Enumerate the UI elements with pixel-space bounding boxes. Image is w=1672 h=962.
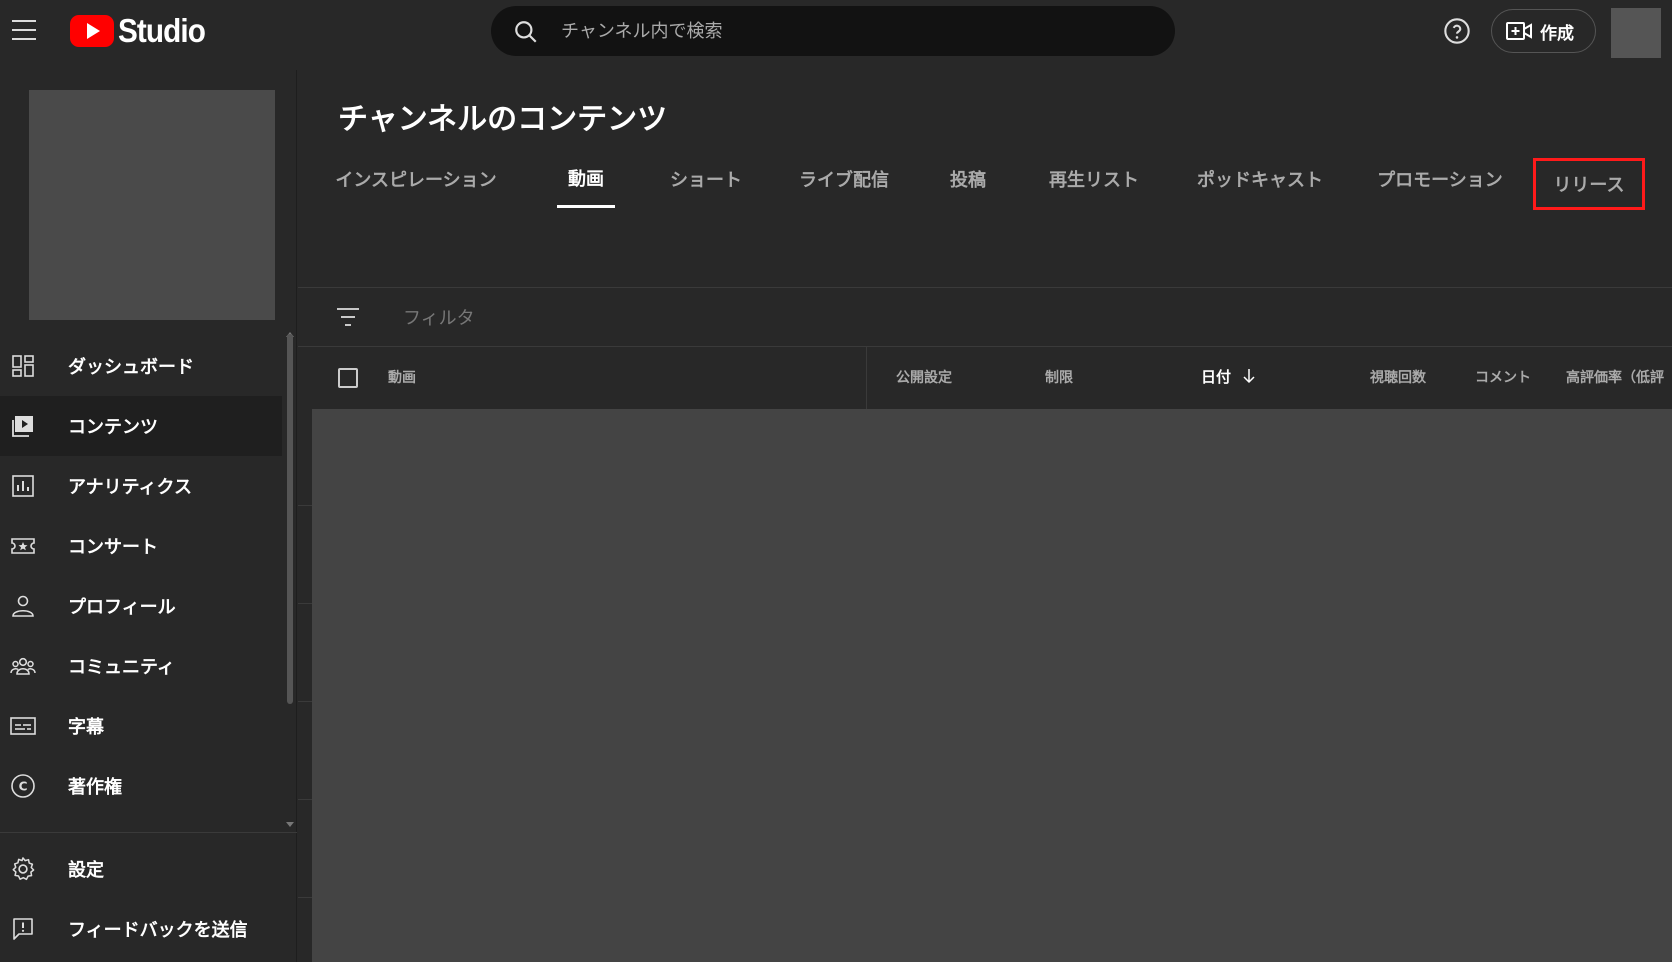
tab-playlists[interactable]: 再生リスト	[1042, 150, 1146, 208]
help-icon[interactable]	[1443, 17, 1471, 45]
scroll-down-arrow[interactable]	[286, 822, 294, 827]
avatar[interactable]	[1611, 8, 1661, 58]
dashboard-icon	[10, 353, 36, 379]
create-button[interactable]: 作成	[1491, 9, 1596, 53]
tab-inspiration[interactable]: インスピレーション	[328, 150, 504, 208]
youtube-play-icon	[70, 15, 114, 47]
ticket-icon	[10, 533, 36, 559]
sidebar-item-label: 設定	[68, 860, 104, 881]
menu-icon[interactable]	[12, 20, 38, 40]
sidebar-item-label: コンテンツ	[68, 417, 158, 438]
sidebar-item-content[interactable]: コンテンツ	[0, 396, 282, 456]
sidebar-item-analytics[interactable]: アナリティクス	[0, 456, 282, 516]
page-title: チャンネルのコンテンツ	[338, 102, 668, 137]
column-separator	[866, 347, 867, 409]
tab-podcasts[interactable]: ポッドキャスト	[1186, 150, 1334, 208]
content-placeholder	[312, 409, 1672, 962]
column-likes[interactable]: 高評価率（低評	[1566, 367, 1664, 387]
sidebar-bottom-nav: 設定 フィードバックを送信	[0, 832, 297, 962]
video-add-icon	[1506, 22, 1532, 40]
column-video[interactable]: 動画	[388, 367, 416, 387]
column-views[interactable]: 視聴回数	[1370, 367, 1426, 387]
tab-shorts[interactable]: ショート	[664, 150, 748, 208]
sidebar-item-profile[interactable]: プロフィール	[0, 576, 282, 636]
sidebar-scrollbar[interactable]	[287, 334, 293, 704]
sidebar-item-concerts[interactable]: コンサート	[0, 516, 282, 576]
search-icon[interactable]	[513, 19, 539, 45]
sidebar-item-dashboard[interactable]: ダッシュボード	[0, 336, 282, 396]
tab-promotions[interactable]: プロモーション	[1366, 150, 1514, 208]
filter-row[interactable]: フィルタ	[298, 288, 1672, 346]
column-date[interactable]: 日付	[1201, 366, 1256, 387]
column-comments[interactable]: コメント	[1475, 367, 1531, 387]
column-visibility[interactable]: 公開設定	[896, 367, 952, 387]
analytics-icon	[10, 473, 36, 499]
copyright-icon: C	[10, 773, 36, 799]
sidebar: ダッシュボード コンテンツ アナリティクス コンサート プロフィール コミュニテ…	[0, 70, 297, 962]
tab-posts[interactable]: 投稿	[942, 150, 994, 208]
sidebar-item-community[interactable]: コミュニティ	[0, 636, 282, 696]
column-date-label: 日付	[1201, 368, 1232, 386]
sidebar-nav: ダッシュボード コンテンツ アナリティクス コンサート プロフィール コミュニテ…	[0, 330, 297, 900]
select-all-checkbox[interactable]	[338, 368, 358, 388]
row-strip	[298, 409, 312, 962]
top-bar: Studio 作成	[0, 0, 1672, 70]
content-icon	[10, 413, 36, 439]
sidebar-item-subtitles[interactable]: 字幕	[0, 696, 282, 756]
subtitles-icon	[10, 713, 36, 739]
sidebar-item-label: ダッシュボード	[68, 357, 194, 378]
sidebar-item-settings[interactable]: 設定	[0, 839, 282, 899]
sidebar-item-label: アナリティクス	[68, 477, 193, 498]
community-icon	[10, 653, 36, 679]
channel-thumbnail[interactable]	[29, 90, 275, 320]
sidebar-item-label: フィードバックを送信	[68, 920, 248, 941]
studio-logo[interactable]: Studio	[70, 12, 215, 50]
sort-down-arrow-icon	[1243, 369, 1255, 384]
gear-icon	[10, 856, 36, 882]
sidebar-item-label: 字幕	[68, 717, 104, 738]
sidebar-item-feedback[interactable]: フィードバックを送信	[0, 899, 282, 959]
sidebar-item-label: コンサート	[68, 537, 158, 558]
logo-text: Studio	[118, 12, 206, 49]
feedback-icon	[10, 916, 36, 942]
search-input[interactable]	[561, 6, 1151, 56]
create-label: 作成	[1540, 23, 1574, 44]
sidebar-item-label: コミュニティ	[68, 657, 175, 678]
filter-icon[interactable]	[336, 306, 360, 328]
sidebar-item-label: 著作権	[68, 777, 122, 798]
sidebar-item-label: プロフィール	[68, 597, 176, 618]
tab-releases[interactable]: リリース	[1533, 158, 1645, 210]
sidebar-item-copyright[interactable]: C 著作権	[0, 756, 282, 816]
column-restrictions[interactable]: 制限	[1045, 367, 1073, 387]
filter-input[interactable]: フィルタ	[403, 304, 475, 330]
person-icon	[10, 593, 36, 619]
search-bar[interactable]	[491, 6, 1175, 56]
tab-live[interactable]: ライブ配信	[792, 150, 896, 208]
main-content: チャンネルのコンテンツ インスピレーション 動画 ショート ライブ配信 投稿 再…	[298, 70, 1672, 962]
svg-text:C: C	[19, 780, 28, 794]
tab-videos[interactable]: 動画	[557, 150, 615, 208]
table-header: 動画 公開設定 制限 日付 視聴回数 コメント 高評価率（低評	[298, 347, 1672, 409]
